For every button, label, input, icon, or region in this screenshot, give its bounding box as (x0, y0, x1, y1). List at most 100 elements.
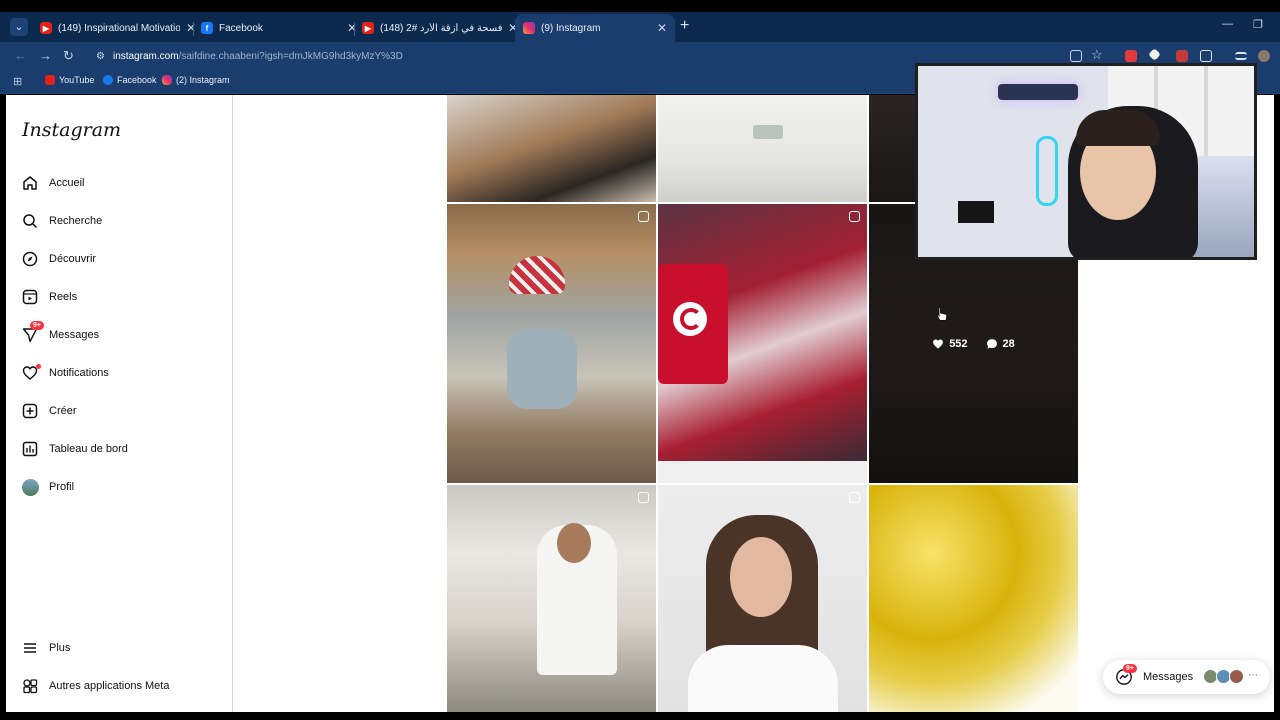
post-thumbnail[interactable] (447, 485, 656, 712)
tab-title: (148) فسحة في أزقة الأرد #2!🤩 (380, 22, 502, 34)
reels-icon (849, 211, 860, 222)
site-info-icon[interactable]: ⚙ (96, 51, 105, 62)
extension-icon[interactable] (1176, 50, 1188, 62)
likes-stat: 552 (932, 338, 968, 350)
extension-icon[interactable] (1148, 48, 1161, 61)
nav-label: Reels (49, 291, 78, 303)
post-thumbnail[interactable] (447, 204, 656, 483)
profile-avatar[interactable] (1258, 50, 1270, 62)
messenger-icon: 9+ (21, 321, 44, 344)
url-host: instagram.com (112, 50, 179, 62)
instagram-logo[interactable]: Instagram (22, 119, 121, 141)
tab-search-button[interactable]: ⌄ (10, 18, 28, 36)
keffiyeh-shape (509, 256, 565, 294)
nav-label: Profil (49, 481, 75, 493)
flag-crescent (680, 308, 702, 330)
avatar (1229, 669, 1244, 684)
messages-badge: 9+ (1123, 664, 1137, 673)
chef-head (557, 523, 591, 563)
restore-icon[interactable]: ❐ (1253, 18, 1263, 31)
comments-count: 28 (1002, 337, 1015, 350)
bookmark-instagram[interactable]: (2) Instagram (162, 75, 230, 85)
url-path: /saifdine.chaabeni?igsh=dmJkMG9hd3kyMzY%… (178, 50, 403, 62)
tab-youtube-2[interactable]: ▶ (148) فسحة في أزقة الأرد #2!🤩 ✕ (354, 14, 526, 42)
tab-youtube-1[interactable]: ▶ (149) Inspirational Motivational ✕ (32, 14, 204, 42)
nav-notifications[interactable]: Notifications (21, 360, 109, 386)
close-icon[interactable]: ✕ (657, 21, 667, 35)
nav-profil[interactable]: Profil (21, 474, 74, 500)
back-icon[interactable]: ← (14, 48, 27, 63)
nav-tableau-de-bord[interactable]: Tableau de bord (21, 436, 128, 462)
nav-messages[interactable]: 9+ Messages (21, 321, 100, 348)
heart-icon (933, 339, 944, 348)
post-thumbnail[interactable] (869, 485, 1078, 712)
nav-reels[interactable]: Reels (21, 284, 77, 310)
nav-decouvrir[interactable]: Découvrir (21, 246, 96, 272)
nav-recherche[interactable]: Recherche (21, 208, 102, 234)
browser-tab-strip: ⌄ ▶ (149) Inspirational Motivational ✕ f… (0, 12, 1280, 42)
tab-instagram[interactable]: (9) Instagram ✕ (515, 14, 675, 42)
install-app-icon[interactable] (1070, 50, 1082, 62)
compass-icon (21, 250, 39, 268)
webcam-overlay (915, 63, 1257, 260)
heart-icon (21, 364, 41, 382)
nav-creer[interactable]: Créer (21, 398, 77, 424)
youtube-icon (45, 75, 55, 85)
facebook-icon: f (201, 22, 213, 34)
bookmark-facebook[interactable]: Facebook (103, 75, 157, 85)
profile-avatar (21, 478, 39, 496)
messages-dock[interactable]: 9+ Messages ⋯ (1103, 660, 1270, 694)
post-thumbnail[interactable] (658, 95, 867, 202)
search-icon (21, 212, 39, 230)
nav-label: Recherche (49, 215, 103, 227)
instagram-icon (523, 22, 535, 34)
carousel-icon (638, 211, 649, 222)
minimize-icon[interactable]: — (1222, 18, 1233, 30)
nav-label: Autres applications Meta (49, 680, 170, 692)
instagram-icon (162, 75, 172, 85)
nav-label: Plus (49, 642, 71, 654)
bookmark-star-icon[interactable]: ☆ (1091, 47, 1103, 63)
nav-plus[interactable]: Plus (21, 635, 70, 661)
sidebar: Instagram Accueil Recherche Découvrir Re… (6, 95, 233, 712)
tab-title: Facebook (219, 22, 263, 34)
nav-label: Notifications (49, 367, 109, 379)
post-thumbnail[interactable] (658, 485, 867, 712)
home-icon (21, 174, 39, 192)
tab-title: (149) Inspirational Motivational (58, 22, 180, 34)
neon-light (1036, 136, 1058, 206)
desk-monitor (958, 201, 994, 223)
new-tab-button[interactable]: + (680, 17, 689, 35)
hair-shape (1076, 110, 1160, 146)
reload-icon[interactable]: ↻ (63, 48, 74, 64)
bookmark-youtube[interactable]: YouTube (45, 75, 94, 85)
nav-label: Découvrir (49, 253, 97, 265)
media-controls-icon[interactable] (1235, 52, 1247, 60)
nav-autres-applications[interactable]: Autres applications Meta (21, 673, 169, 699)
menu-icon (21, 639, 39, 657)
comments-stat: 28 (986, 338, 1015, 350)
shirt-shape (507, 329, 577, 409)
extensions-puzzle-icon[interactable] (1200, 50, 1212, 62)
dashboard-icon (21, 440, 39, 458)
comment-icon (986, 338, 997, 349)
nav-label: Accueil (49, 177, 85, 189)
extension-icon[interactable] (1125, 50, 1137, 62)
notification-dot (36, 364, 41, 369)
facebook-icon (103, 75, 113, 85)
nav-accueil[interactable]: Accueil (21, 170, 84, 196)
bookmark-label: YouTube (59, 75, 95, 85)
nav-label: Tableau de bord (49, 443, 128, 455)
post-thumbnail[interactable] (447, 95, 656, 202)
reels-icon (21, 288, 39, 306)
carousel-icon (638, 492, 649, 503)
address-bar[interactable]: ⚙ instagram.com /saifdine.chaabeni?igsh=… (86, 45, 916, 67)
mouse-cursor-icon (936, 306, 948, 321)
nav-label: Créer (49, 405, 77, 417)
apps-grid-icon[interactable]: ⊞ (13, 75, 22, 88)
tab-facebook[interactable]: f Facebook ✕ (193, 14, 365, 42)
face-shape (730, 537, 792, 617)
post-thumbnail[interactable] (658, 204, 867, 483)
nav-label: Messages (49, 329, 100, 341)
forward-icon[interactable]: → (39, 48, 52, 63)
